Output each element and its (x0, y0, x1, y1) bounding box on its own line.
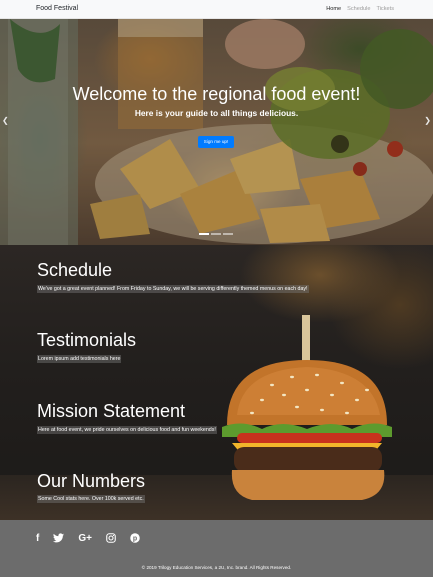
carousel-indicator-3[interactable] (223, 233, 233, 235)
carousel-indicator-1[interactable] (199, 233, 209, 235)
chevron-left-icon[interactable]: ❮ (2, 116, 9, 125)
section-title-schedule: Schedule (37, 260, 113, 280)
nav-link-tickets[interactable]: Tickets (376, 6, 394, 12)
nav-link-home[interactable]: Home (326, 6, 341, 12)
carousel-indicator-2[interactable] (211, 233, 221, 235)
burger-image (222, 315, 392, 500)
facebook-icon[interactable]: f (36, 533, 39, 546)
hero-carousel: Welcome to the regional food event! Here… (0, 19, 433, 245)
twitter-icon[interactable] (53, 533, 65, 546)
section-title-numbers: Our Numbers (37, 471, 146, 491)
section-text-testimonials: Lorem ipsum add testimonials here (37, 355, 122, 363)
carousel-indicators (199, 233, 233, 235)
footer: f G+ p © 2019 Trilogy Education Services… (0, 520, 433, 577)
hero-overlay (0, 19, 433, 245)
pinterest-icon[interactable]: p (130, 533, 140, 546)
chevron-right-icon[interactable]: ❯ (424, 116, 431, 125)
section-title-testimonials: Testimonials (37, 330, 137, 350)
nav-links: Home Schedule Tickets (326, 6, 394, 12)
navbar: Food Festival Home Schedule Tickets (0, 0, 433, 19)
section-text-schedule: We've got a great event planned! From Fr… (37, 285, 309, 293)
section-title-mission: Mission Statement (37, 401, 186, 421)
content-sections: Schedule We've got a great event planned… (0, 245, 433, 520)
svg-text:p: p (133, 536, 137, 543)
copyright-text: © 2019 Trilogy Education Services, a 2U,… (141, 565, 292, 570)
hero-title: Welcome to the regional food event! (72, 84, 361, 104)
nav-link-schedule[interactable]: Schedule (347, 6, 370, 12)
google-plus-icon[interactable]: G+ (78, 533, 92, 546)
instagram-icon[interactable] (106, 533, 116, 546)
brand-logo[interactable]: Food Festival (36, 5, 78, 12)
section-text-numbers: Some Cool stats here. Over 100k served e… (37, 495, 145, 503)
social-links: f G+ p (36, 533, 140, 546)
sign-up-button[interactable]: Sign me up! (198, 136, 234, 148)
hero-subtitle: Here is your guide to all things delicio… (134, 108, 299, 118)
section-text-mission: Here at food event, we pride ourselves o… (37, 426, 217, 434)
